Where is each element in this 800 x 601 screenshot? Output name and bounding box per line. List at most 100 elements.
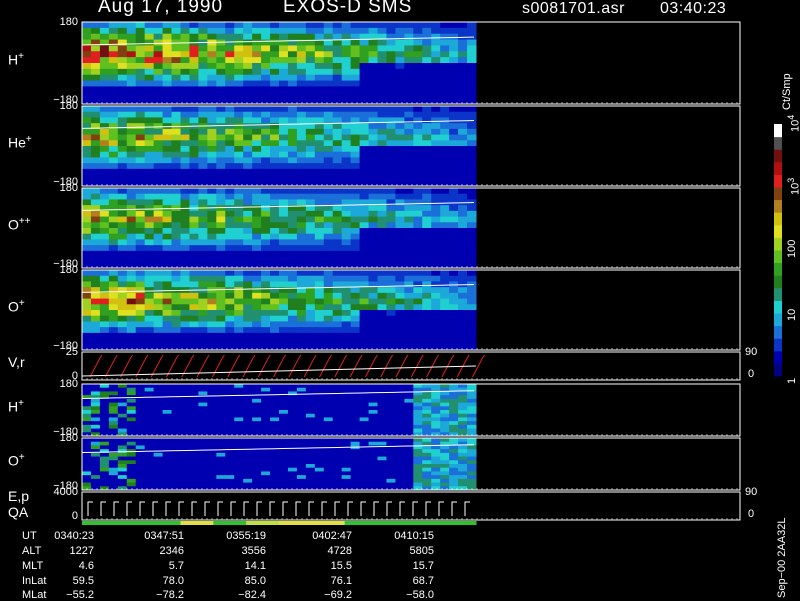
heatmap-cell — [207, 387, 217, 392]
heatmap-cell — [90, 199, 101, 206]
heatmap-cell — [431, 421, 441, 426]
heatmap-cell — [189, 482, 199, 487]
heatmap-cell — [82, 250, 92, 258]
heatmap-cell — [368, 464, 378, 469]
heatmap-cell — [305, 33, 316, 41]
heatmap-cell — [243, 281, 253, 288]
colorbar-swatch — [774, 287, 782, 301]
heatmap-cell — [431, 275, 441, 282]
heatmap-cell — [207, 413, 217, 418]
heatmap-cell — [449, 63, 459, 70]
heatmap-cell — [207, 315, 217, 322]
heatmap-cell — [252, 245, 262, 252]
panel-label-6: H+ — [8, 398, 24, 415]
heatmap-cell — [117, 228, 128, 235]
heatmap-cell — [458, 275, 468, 282]
heatmap-cell — [332, 74, 343, 82]
heatmap-cell — [458, 63, 468, 70]
heatmap-cell — [153, 92, 164, 99]
heatmap-cell — [431, 22, 441, 29]
heatmap-cell — [99, 74, 110, 82]
heatmap-cell — [422, 402, 432, 407]
heatmap-cell — [82, 174, 92, 181]
heatmap-cell — [90, 193, 101, 200]
heatmap-cell — [404, 216, 414, 223]
heatmap-cell — [279, 45, 289, 52]
heatmap-cell — [243, 471, 253, 476]
heatmap-cell — [99, 321, 110, 328]
heatmap-cell — [82, 445, 92, 450]
heatmap-cell — [126, 327, 137, 334]
heatmap-cell — [350, 438, 361, 443]
heatmap-cell — [368, 445, 378, 450]
heatmap-cell — [270, 128, 280, 136]
heatmap-cell — [198, 402, 208, 407]
heatmap-cell — [386, 467, 396, 472]
heatmap-cell — [314, 332, 325, 340]
heatmap-cell — [323, 441, 334, 446]
heatmap-cell — [377, 275, 387, 282]
heatmap-cell — [440, 174, 450, 181]
heatmap-cell — [252, 421, 262, 426]
heatmap-cell — [440, 445, 450, 450]
heatmap-cell — [296, 475, 307, 480]
heatmap-cell — [162, 157, 173, 164]
heatmap-cell — [82, 57, 92, 64]
heatmap-cell — [82, 310, 92, 317]
heatmap-cell — [90, 410, 101, 415]
heatmap-cell — [108, 387, 119, 392]
heatmap-cell — [99, 424, 110, 430]
heatmap-cell — [207, 441, 217, 446]
heatmap-cell — [386, 216, 396, 223]
heatmap-cell — [243, 310, 253, 317]
heatmap-cell — [296, 471, 307, 476]
heatmap-cell — [108, 174, 119, 181]
heatmap-cell — [171, 92, 181, 99]
heatmap-cell — [368, 86, 378, 93]
heatmap-cell — [153, 39, 164, 46]
heatmap-cell — [386, 39, 396, 46]
heatmap-cell — [359, 128, 370, 136]
heatmap-cell — [413, 174, 423, 181]
ephemeris-value: 0402:47 — [312, 530, 352, 542]
heatmap-cell — [99, 338, 110, 345]
heatmap-cell — [126, 441, 137, 446]
heatmap-cell — [458, 417, 468, 422]
ep-step — [139, 501, 145, 516]
heatmap-cell — [368, 338, 378, 345]
heatmap-cell — [305, 475, 316, 480]
heatmap-cell — [368, 395, 378, 400]
heatmap-cell — [332, 275, 343, 282]
vr-spike — [303, 354, 317, 378]
heatmap-cell — [305, 315, 316, 322]
heatmap-cell — [341, 310, 352, 317]
heatmap-cell — [99, 199, 110, 206]
heatmap-cell — [449, 406, 459, 411]
heatmap-cell — [90, 233, 101, 240]
heatmap-cell — [126, 33, 137, 41]
heatmap-cell — [198, 478, 208, 484]
heatmap-cell — [323, 163, 334, 170]
heatmap-cell — [395, 449, 405, 454]
heatmap-cell — [341, 174, 352, 181]
heatmap-cell — [279, 395, 289, 400]
heatmap-cell — [180, 438, 190, 443]
heatmap-cell — [440, 321, 450, 328]
heatmap-cell — [261, 33, 271, 41]
heatmap-cell — [207, 151, 217, 158]
heatmap-cell — [108, 157, 119, 164]
heatmap-cell — [395, 174, 405, 181]
heatmap-cell — [189, 417, 199, 422]
heatmap-cell — [404, 395, 414, 400]
heatmap-cell — [216, 304, 226, 311]
heatmap-cell — [207, 298, 217, 305]
heatmap-cell — [368, 438, 378, 443]
heatmap-cell — [395, 27, 405, 35]
heatmap-cell — [368, 134, 378, 141]
heatmap-cell — [180, 467, 190, 472]
header-date: Aug 17, 1990 — [98, 0, 224, 17]
heatmap-cell — [377, 398, 387, 404]
heatmap-cell — [413, 80, 423, 87]
heatmap-cell — [279, 464, 289, 469]
heatmap-cell — [395, 410, 405, 415]
